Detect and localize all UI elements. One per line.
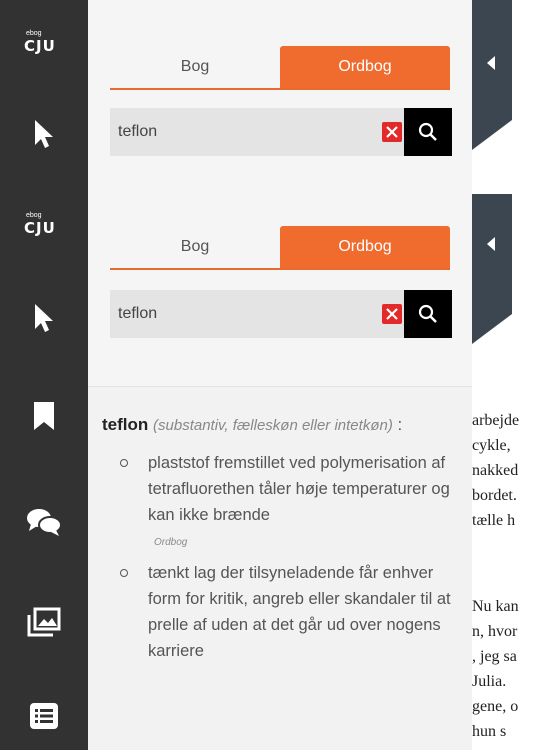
tab-bog-2[interactable]: Bog [110, 226, 280, 268]
search-box-2 [110, 290, 452, 338]
list-item: plaststof fremstillet ved polymerisation… [102, 450, 462, 550]
entry-colon: : [392, 415, 403, 434]
close-icon [386, 308, 398, 320]
tab-bar: Bog Ordbog [110, 46, 450, 90]
search-icon [418, 122, 437, 141]
tab-bar-2: Bog Ordbog [110, 226, 450, 270]
search-input-2[interactable] [110, 305, 350, 323]
sidebar-toolbar: ebog CJU ebog CJU [0, 0, 88, 750]
chevron-left-icon [487, 237, 495, 251]
chevron-left-icon [487, 56, 495, 70]
bookmark-icon [34, 402, 54, 430]
pointer-button-2[interactable] [0, 274, 88, 362]
collapse-flap[interactable] [472, 0, 512, 150]
tab-ordbog[interactable]: Ordbog [280, 46, 450, 88]
bullet-icon [120, 569, 128, 577]
source-label: Ordbog [154, 537, 188, 548]
book-text-block-2: Nu kan n, hvor , jeg sa Julia. gene, o h… [472, 598, 519, 740]
bookmark-button[interactable] [0, 372, 88, 460]
dictionary-result: teflon (substantiv, fælleskøn eller inte… [88, 386, 472, 750]
tab-bog[interactable]: Bog [110, 46, 280, 88]
pointer-button[interactable] [0, 90, 88, 178]
list-item: tænkt lag der tilsyneladende får enhver … [102, 560, 462, 664]
close-icon [386, 126, 398, 138]
comments-button[interactable] [0, 478, 88, 566]
dictionary-entry: teflon (substantiv, fælleskøn eller inte… [102, 413, 462, 674]
clear-button-2[interactable] [382, 304, 402, 324]
ebog-logo-2: ebog CJU [24, 212, 56, 237]
search-box [110, 108, 452, 156]
list-button[interactable] [0, 672, 88, 750]
tab-ordbog-2[interactable]: Ordbog [280, 226, 450, 268]
images-icon [27, 607, 61, 637]
sense-text: tænkt lag der tilsyneladende får enhver … [148, 564, 451, 660]
entry-headline: teflon (substantiv, fælleskøn eller inte… [102, 413, 462, 438]
clear-button[interactable] [382, 122, 402, 142]
ebog-logo: ebog CJU [24, 30, 56, 55]
search-input[interactable] [110, 123, 350, 141]
dictionary-panel: Bog Ordbog Bog Ordbog [88, 0, 472, 750]
sense-list: plaststof fremstillet ved polymerisation… [102, 450, 462, 664]
bullet-icon [120, 459, 128, 467]
search-button[interactable] [404, 108, 452, 156]
book-page: arbejde cykle, nakked bordet. tælle h Nu… [472, 0, 538, 750]
collapse-flap-2[interactable] [472, 194, 512, 344]
flap-tail [472, 314, 512, 344]
pointer-icon [35, 120, 53, 148]
comments-icon [27, 509, 62, 536]
images-button[interactable] [0, 578, 88, 666]
entry-grammar: (substantiv, fælleskøn eller intetkøn) [153, 417, 393, 434]
pointer-icon [35, 304, 53, 332]
search-button-2[interactable] [404, 290, 452, 338]
flap-tail [472, 120, 512, 150]
entry-word: teflon [102, 415, 149, 434]
search-icon [418, 304, 437, 323]
search-section: Bog Ordbog Bog Ordbog [88, 0, 472, 386]
book-text-block: arbejde cykle, nakked bordet. tælle h [472, 412, 520, 529]
sense-text: plaststof fremstillet ved polymerisation… [148, 454, 450, 524]
list-icon [30, 703, 58, 729]
